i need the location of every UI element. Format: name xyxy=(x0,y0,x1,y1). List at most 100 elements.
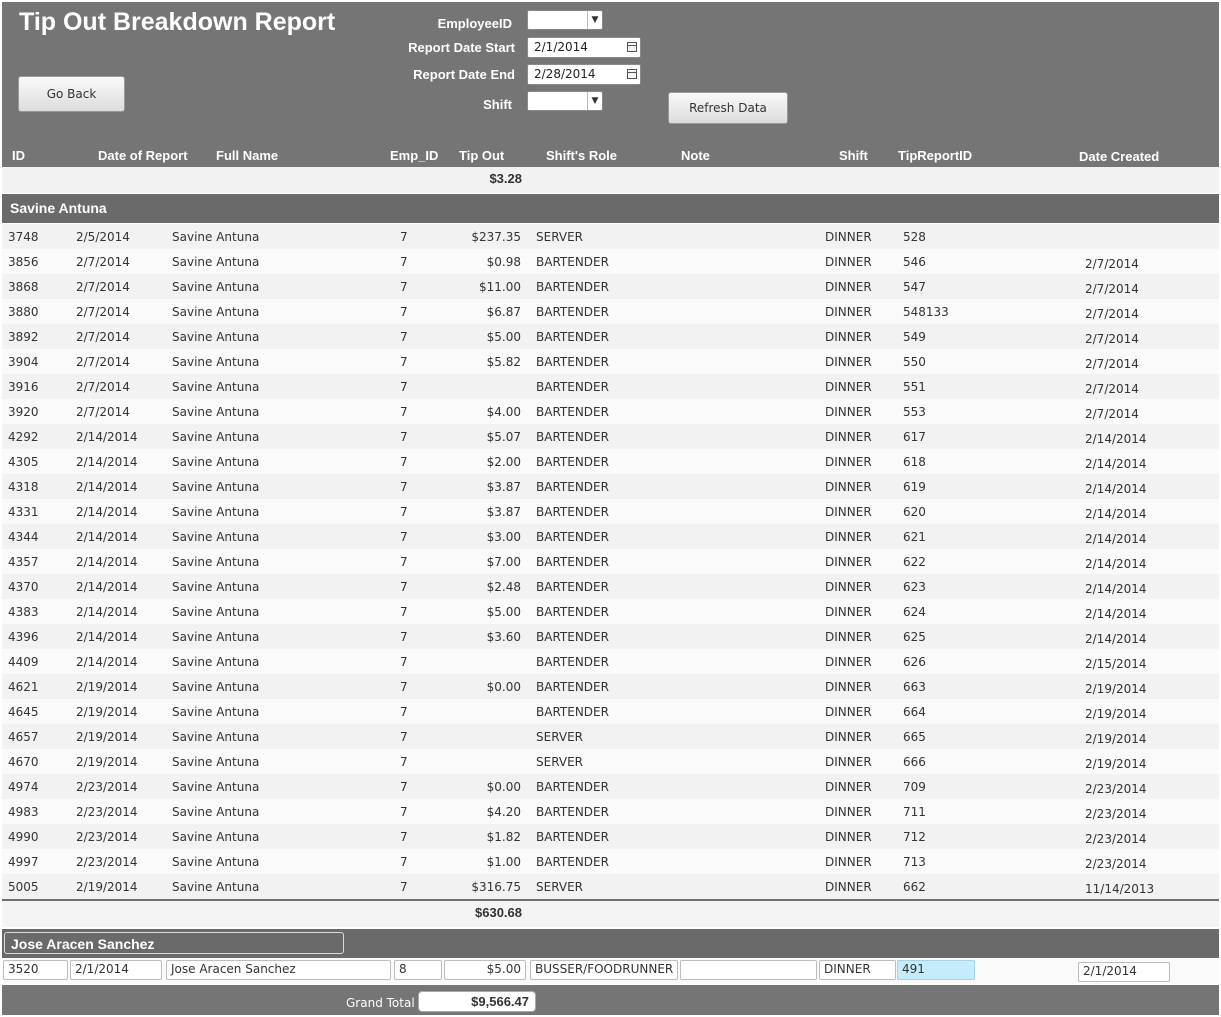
cell-emp-id: 7 xyxy=(400,705,408,719)
cell-shift: DINNER xyxy=(825,455,872,469)
table-row[interactable]: 3920 2/7/2014 Savine Antuna 7 $4.00 BARTENDER… xyxy=(2,399,1219,424)
table-row[interactable]: 5005 2/19/2014 Savine Antuna 7 $316.75 SERVER… xyxy=(2,874,1219,899)
cell-date-created: 2/14/2014 xyxy=(1085,482,1147,496)
cell-shift: DINNER xyxy=(825,830,872,844)
table-row[interactable]: 3904 2/7/2014 Savine Antuna 7 $5.82 BARTENDER… xyxy=(2,349,1219,374)
cell-date-created: 2/19/2014 xyxy=(1085,757,1147,771)
table-row[interactable]: 4645 2/19/2014 Savine Antuna 7 BARTENDER DINN… xyxy=(2,699,1219,724)
cell-emp-id: 7 xyxy=(400,330,408,344)
cell-emp-id: 7 xyxy=(400,855,408,869)
cell-id: 4983 xyxy=(8,805,39,819)
col-header-tip-out: Tip Out xyxy=(459,148,505,163)
cell-shifts-role: BARTENDER xyxy=(536,780,609,794)
cell-tip-out: $5.07 xyxy=(486,430,521,444)
cell-tip-report-id: 553 xyxy=(903,405,926,419)
chevron-down-icon[interactable]: ▼ xyxy=(587,92,602,110)
cell-date-of-report: 2/7/2014 xyxy=(76,405,130,419)
employee-id-combo[interactable]: ▼ xyxy=(527,10,603,30)
cell-shift: DINNER xyxy=(825,655,872,669)
table-row[interactable]: 4318 2/14/2014 Savine Antuna 7 $3.87 BARTENDE… xyxy=(2,474,1219,499)
group-header-savine-antuna: Savine Antuna xyxy=(2,194,1219,223)
cell-shifts-role[interactable]: BUSSER/FOODRUNNER xyxy=(530,960,678,980)
table-row[interactable]: 4409 2/14/2014 Savine Antuna 7 BARTENDER DINN… xyxy=(2,649,1219,674)
cell-id: 3868 xyxy=(8,280,39,294)
cell-date-of-report[interactable]: 2/1/2014 xyxy=(70,960,162,980)
table-row[interactable]: 3520 2/1/2014 Jose Aracen Sanchez 8 $5.0… xyxy=(2,958,1219,984)
cell-emp-id: 7 xyxy=(400,555,408,569)
cell-emp-id: 7 xyxy=(400,405,408,419)
table-row[interactable]: 4974 2/23/2014 Savine Antuna 7 $0.00 BARTENDE… xyxy=(2,774,1219,799)
cell-emp-id: 7 xyxy=(400,430,408,444)
cell-shifts-role: SERVER xyxy=(536,880,584,894)
cell-shift[interactable]: DINNER xyxy=(819,960,896,980)
col-header-shifts-role: Shift's Role xyxy=(546,148,617,163)
cell-date-of-report: 2/14/2014 xyxy=(76,580,138,594)
table-row[interactable]: 3892 2/7/2014 Savine Antuna 7 $5.00 BARTENDER… xyxy=(2,324,1219,349)
cell-full-name: Savine Antuna xyxy=(172,430,260,444)
table-row[interactable]: 4383 2/14/2014 Savine Antuna 7 $5.00 BARTENDE… xyxy=(2,599,1219,624)
chevron-down-icon[interactable]: ▼ xyxy=(587,11,602,29)
cell-shift: DINNER xyxy=(825,230,872,244)
go-back-button[interactable]: Go Back xyxy=(18,76,125,112)
cell-date-created: 2/14/2014 xyxy=(1085,432,1147,446)
report-date-start-field[interactable]: 2/1/2014 xyxy=(527,37,641,58)
cell-emp-id: 7 xyxy=(400,880,408,894)
table-row[interactable]: 4357 2/14/2014 Savine Antuna 7 $7.00 BARTENDE… xyxy=(2,549,1219,574)
cell-shifts-role: BARTENDER xyxy=(536,430,609,444)
cell-date-created[interactable]: 2/1/2014 xyxy=(1078,962,1170,982)
cell-tip-report-id: 528 xyxy=(903,230,926,244)
cell-date-of-report: 2/19/2014 xyxy=(76,705,138,719)
cell-tip-out[interactable]: $5.00 xyxy=(444,960,526,980)
table-row[interactable]: 3868 2/7/2014 Savine Antuna 7 $11.00 BARTENDE… xyxy=(2,274,1219,299)
cell-tip-report-id: 548133 xyxy=(903,305,949,319)
table-row[interactable]: 4621 2/19/2014 Savine Antuna 7 $0.00 BARTENDE… xyxy=(2,674,1219,699)
table-row[interactable]: 4670 2/19/2014 Savine Antuna 7 SERVER DINNER 6… xyxy=(2,749,1219,774)
cell-shift: DINNER xyxy=(825,855,872,869)
cell-full-name: Savine Antuna xyxy=(172,780,260,794)
cell-id[interactable]: 3520 xyxy=(3,960,68,980)
calendar-icon[interactable] xyxy=(627,69,637,79)
table-row[interactable]: 3916 2/7/2014 Savine Antuna 7 BARTENDER DINNE… xyxy=(2,374,1219,399)
table-row[interactable]: 3880 2/7/2014 Savine Antuna 7 $6.87 BARTENDER… xyxy=(2,299,1219,324)
col-header-tip-report-id: TipReportID xyxy=(898,148,973,163)
cell-tip-report-id[interactable]: 491 xyxy=(897,960,975,980)
cell-note[interactable] xyxy=(680,960,817,980)
cell-date-of-report: 2/14/2014 xyxy=(76,605,138,619)
cell-tip-report-id: 626 xyxy=(903,655,926,669)
table-row[interactable]: 4305 2/14/2014 Savine Antuna 7 $2.00 BARTENDE… xyxy=(2,449,1219,474)
cell-tip-report-id: 624 xyxy=(903,605,926,619)
table-row[interactable]: 3856 2/7/2014 Savine Antuna 7 $0.98 BARTENDER… xyxy=(2,249,1219,274)
cell-date-of-report: 2/7/2014 xyxy=(76,330,130,344)
table-row[interactable]: 4344 2/14/2014 Savine Antuna 7 $3.00 BARTENDE… xyxy=(2,524,1219,549)
table-row[interactable]: 4983 2/23/2014 Savine Antuna 7 $4.20 BARTENDE… xyxy=(2,799,1219,824)
calendar-icon[interactable] xyxy=(627,42,637,52)
grand-total-label: Grand Total xyxy=(346,996,415,1010)
cell-full-name[interactable]: Jose Aracen Sanchez xyxy=(166,960,391,980)
cell-tip-report-id: 623 xyxy=(903,580,926,594)
cell-shift: DINNER xyxy=(825,480,872,494)
table-row[interactable]: 4331 2/14/2014 Savine Antuna 7 $3.87 BARTENDE… xyxy=(2,499,1219,524)
table-row[interactable]: 4292 2/14/2014 Savine Antuna 7 $5.07 BARTENDE… xyxy=(2,424,1219,449)
cell-full-name: Savine Antuna xyxy=(172,530,260,544)
cell-tip-report-id: 711 xyxy=(903,805,926,819)
table-row[interactable]: 3748 2/5/2014 Savine Antuna 7 $237.35 SERVER D… xyxy=(2,224,1219,249)
cell-emp-id[interactable]: 8 xyxy=(394,960,442,980)
cell-shift: DINNER xyxy=(825,755,872,769)
table-row[interactable]: 4997 2/23/2014 Savine Antuna 7 $1.00 BARTENDE… xyxy=(2,849,1219,874)
shift-combo[interactable]: ▼ xyxy=(527,91,603,111)
group-name: Jose Aracen Sanchez xyxy=(4,932,344,954)
cell-tip-out: $316.75 xyxy=(471,880,521,894)
table-row[interactable]: 4396 2/14/2014 Savine Antuna 7 $3.60 BARTENDE… xyxy=(2,624,1219,649)
table-row[interactable]: 4657 2/19/2014 Savine Antuna 7 SERVER DINNER 6… xyxy=(2,724,1219,749)
page-title: Tip Out Breakdown Report xyxy=(19,8,336,36)
cell-shifts-role: BARTENDER xyxy=(536,805,609,819)
cell-shifts-role: BARTENDER xyxy=(536,555,609,569)
cell-tip-report-id: 547 xyxy=(903,280,926,294)
table-row[interactable]: 4370 2/14/2014 Savine Antuna 7 $2.48 BARTENDE… xyxy=(2,574,1219,599)
report-date-end-field[interactable]: 2/28/2014 xyxy=(527,64,641,85)
report-header: Tip Out Breakdown Report Go Back Employe… xyxy=(2,2,1219,167)
table-row[interactable]: 4990 2/23/2014 Savine Antuna 7 $1.82 BARTENDE… xyxy=(2,824,1219,849)
refresh-data-button[interactable]: Refresh Data xyxy=(668,92,788,124)
cell-shift: DINNER xyxy=(825,330,872,344)
cell-full-name: Savine Antuna xyxy=(172,705,260,719)
